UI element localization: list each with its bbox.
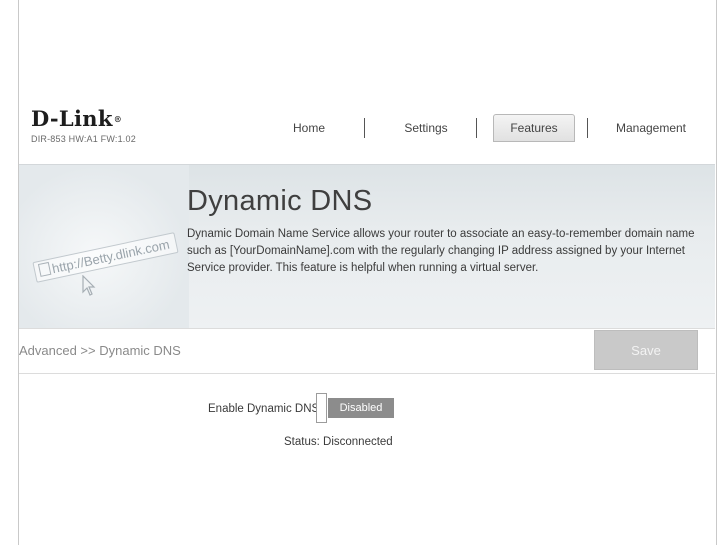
breadcrumb-bar: Advanced >> Dynamic DNS Save [19, 328, 715, 374]
status-value: Disconnected [323, 436, 393, 448]
page-description: Dynamic Domain Name Service allows your … [187, 228, 695, 274]
page-banner: http://Betty.dlink.com Dynamic DNS Dynam… [19, 164, 715, 329]
status-row: Status: Disconnected [284, 436, 393, 448]
cursor-pointer-icon [82, 275, 96, 296]
enable-ddns-label: Enable Dynamic DNS: [208, 403, 323, 415]
dlink-logo: D-Link® [31, 106, 122, 131]
nav-features[interactable]: Features [493, 114, 575, 142]
banner-illustration: http://Betty.dlink.com [19, 165, 189, 329]
save-button[interactable]: Save [594, 330, 698, 370]
nav-divider [476, 118, 477, 138]
nav-divider [364, 118, 365, 138]
toggle-state: Disabled [328, 398, 394, 418]
header: D-Link® DIR-853 HW:A1 FW:1.02 Home Setti… [19, 100, 715, 164]
toggle-knob[interactable] [316, 393, 327, 423]
nav-divider [587, 118, 588, 138]
breadcrumb: Advanced >> Dynamic DNS [19, 343, 181, 358]
nav-management[interactable]: Management [601, 114, 701, 142]
nav-home[interactable]: Home [269, 114, 349, 142]
brand: D-Link® DIR-853 HW:A1 FW:1.02 [31, 106, 136, 145]
url-illustration: http://Betty.dlink.com [32, 232, 179, 283]
url-box-icon [37, 261, 52, 277]
nav-settings[interactable]: Settings [381, 114, 471, 142]
device-model: DIR-853 HW:A1 FW:1.02 [31, 134, 136, 144]
status-label: Status: [284, 436, 320, 448]
page-title: Dynamic DNS [187, 185, 373, 217]
